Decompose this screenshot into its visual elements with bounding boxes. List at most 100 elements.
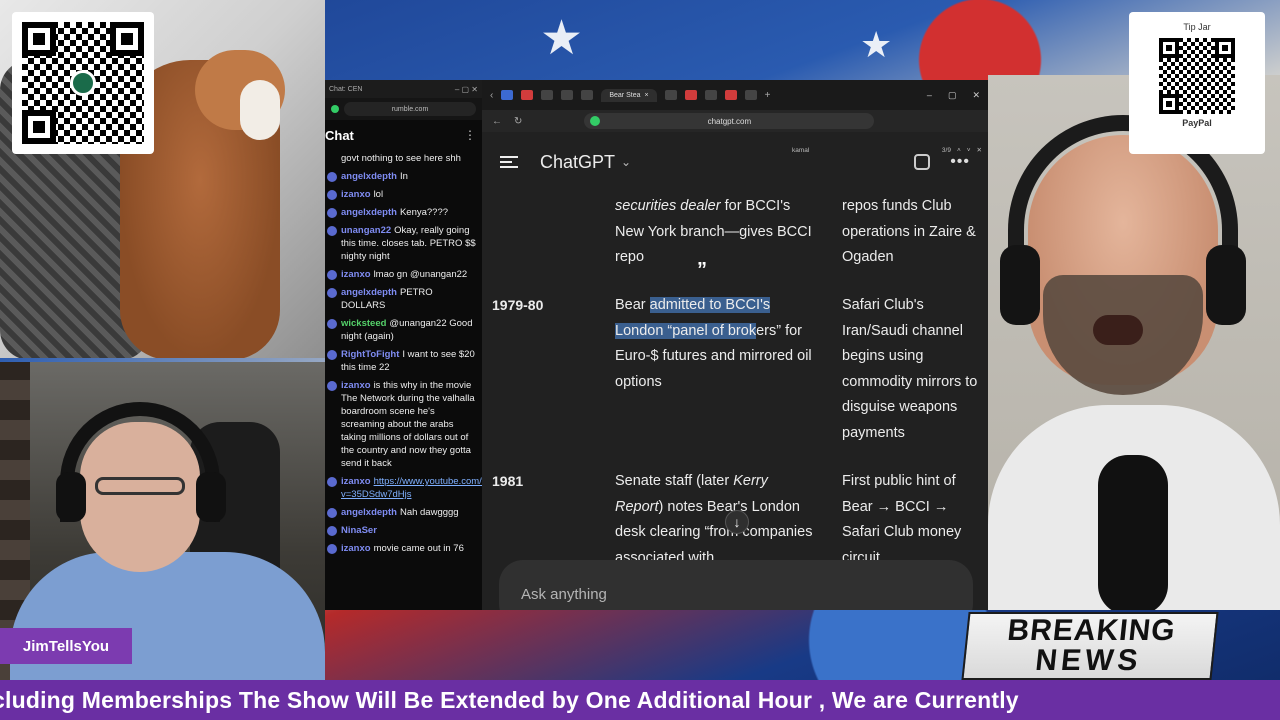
chat-text: movie came out in 76 bbox=[373, 543, 464, 554]
chat-username[interactable]: izanxo bbox=[341, 269, 371, 280]
avatar[interactable] bbox=[327, 477, 337, 487]
chat-text: lmao gn @unangan22 bbox=[373, 269, 468, 280]
window-controls-icon[interactable]: – ▢ ✕ bbox=[455, 85, 478, 94]
event-italic: securities dealer bbox=[615, 198, 721, 214]
maximize-icon[interactable]: ▢ bbox=[948, 90, 957, 101]
chat-username[interactable]: angelxdepth bbox=[341, 507, 397, 518]
avatar[interactable] bbox=[327, 190, 337, 200]
chat-text: govt nothing to see here shh bbox=[341, 153, 461, 164]
hamburger-menu-icon[interactable] bbox=[500, 156, 518, 168]
qr-code bbox=[12, 12, 154, 154]
tab-favicon[interactable] bbox=[521, 90, 534, 100]
chevron-down-icon: ⌄ bbox=[621, 155, 632, 169]
headphone-earcup bbox=[196, 472, 226, 522]
avatar[interactable] bbox=[327, 288, 337, 298]
chat-text: Kenya???? bbox=[399, 207, 449, 218]
shield-icon[interactable] bbox=[590, 116, 601, 126]
chat-message-body: angelxdepth Nah dawgggg bbox=[341, 506, 459, 519]
chat-username[interactable]: izanxo bbox=[341, 189, 371, 200]
chat-username[interactable]: angelxdepth bbox=[341, 207, 397, 218]
new-chat-icon[interactable] bbox=[914, 154, 931, 170]
chat-message: govt nothing to see here shh bbox=[325, 150, 482, 168]
chevron-left-icon[interactable]: ‹ bbox=[490, 90, 493, 101]
chat-message-body: angelxdepth PETRO DOLLARS bbox=[341, 286, 476, 312]
chat-browser-tab[interactable]: Chat: CEN bbox=[329, 86, 362, 93]
avatar[interactable] bbox=[327, 172, 337, 182]
new-tab-icon[interactable]: + bbox=[765, 90, 771, 101]
chat-message: izanxo is this why in the movie The Netwo… bbox=[325, 377, 482, 473]
chat-username[interactable]: angelxdepth bbox=[341, 287, 397, 298]
avatar[interactable] bbox=[327, 319, 337, 329]
event-cell: Senate staff (later Kerry Report) notes … bbox=[615, 469, 815, 571]
chat-text: In bbox=[399, 171, 408, 182]
chatgpt-header: ChatGPT ⌄ ••• bbox=[482, 136, 988, 188]
avatar[interactable] bbox=[327, 381, 337, 391]
qr-finder bbox=[22, 110, 56, 144]
chat-username[interactable]: angelxdepth bbox=[341, 171, 397, 182]
event-text: Bear bbox=[615, 297, 650, 313]
reload-icon[interactable]: ↻ bbox=[514, 116, 522, 127]
chat-message-body: unangan22 Okay, really going this time. c… bbox=[341, 224, 476, 263]
chat-message: angelxdepth Nah dawgggg bbox=[325, 504, 482, 522]
chat-message-body: izanxo is this why in the movie The Netwo… bbox=[341, 379, 476, 470]
more-options-icon[interactable]: ••• bbox=[950, 153, 970, 171]
chat-username[interactable]: izanxo bbox=[341, 476, 371, 487]
tab-favicon[interactable] bbox=[704, 90, 717, 100]
chat-username[interactable]: RightToFight bbox=[341, 349, 399, 360]
tab-favicon[interactable] bbox=[541, 90, 554, 100]
chatgpt-browser-window: ‹ Bear Stea × + – ▢ ✕ ← ↻ chatgpt.com ka… bbox=[482, 80, 988, 610]
chat-message: wicksteed @unangan22 Good night (again) bbox=[325, 315, 482, 346]
prompt-input[interactable]: Ask anything bbox=[499, 560, 973, 610]
chat-message: izanxo lol bbox=[325, 186, 482, 204]
tab-favicon[interactable] bbox=[561, 90, 574, 100]
close-icon[interactable]: × bbox=[644, 92, 648, 99]
chat-message: izanxo movie came out in 76 bbox=[325, 540, 482, 558]
headphone-earcup bbox=[1000, 245, 1040, 325]
avatar[interactable] bbox=[327, 508, 337, 518]
quote-icon[interactable]: ” bbox=[697, 258, 707, 284]
tab-favicon[interactable] bbox=[581, 90, 594, 100]
event-cell: securities dealer for BCCI's New York br… bbox=[615, 194, 815, 271]
tip-jar-title: Tip Jar bbox=[1183, 22, 1211, 32]
tip-jar: Tip Jar PayPal bbox=[1129, 12, 1265, 154]
chat-username[interactable]: unangan22 bbox=[341, 225, 391, 236]
qr-finder bbox=[1159, 94, 1179, 114]
chat-browser-window: Chat: CEN – ▢ ✕ rumble.com Chat ⋮ govt n… bbox=[325, 80, 482, 610]
chat-message-body: NinaSer bbox=[341, 524, 380, 537]
active-tab[interactable]: Bear Stea × bbox=[601, 88, 657, 102]
tab-favicon[interactable] bbox=[501, 90, 514, 100]
back-arrow-icon[interactable]: ← bbox=[492, 116, 502, 127]
chat-username[interactable]: izanxo bbox=[341, 543, 371, 554]
minimize-icon[interactable]: – bbox=[927, 90, 932, 101]
window-controls: – ▢ ✕ bbox=[927, 90, 980, 101]
tab-favicon[interactable] bbox=[664, 90, 677, 100]
host-mouth bbox=[1093, 315, 1143, 345]
avatar[interactable] bbox=[327, 350, 337, 360]
model-selector[interactable]: ChatGPT ⌄ bbox=[540, 152, 631, 173]
chat-url-field[interactable]: rumble.com bbox=[344, 102, 476, 116]
chat-text: lol bbox=[373, 189, 384, 200]
chat-username[interactable]: wicksteed bbox=[341, 318, 386, 329]
tab-favicon[interactable] bbox=[724, 90, 737, 100]
avatar[interactable] bbox=[327, 544, 337, 554]
chat-message-body: izanxohttps://www.youtube.com/watch?v=35… bbox=[341, 475, 482, 501]
gpt-url-field[interactable]: chatgpt.com bbox=[584, 113, 875, 129]
tab-favicon[interactable] bbox=[744, 90, 757, 100]
chat-username[interactable]: izanxo bbox=[341, 380, 371, 391]
tab-favicon[interactable] bbox=[684, 90, 697, 100]
impact-cell: First public hint of Bear → BCCI → Safar… bbox=[842, 473, 962, 566]
qr-finder bbox=[110, 22, 144, 56]
scroll-down-icon[interactable]: ↓ bbox=[725, 510, 749, 534]
avatar[interactable] bbox=[327, 270, 337, 280]
chat-username[interactable]: NinaSer bbox=[341, 525, 377, 536]
avatar[interactable] bbox=[327, 226, 337, 236]
host-name: JimTellsYou bbox=[22, 637, 110, 655]
chat-message: angelxdepth In bbox=[325, 168, 482, 186]
kebab-menu-icon[interactable]: ⋮ bbox=[464, 128, 476, 142]
avatar[interactable] bbox=[327, 208, 337, 218]
close-window-icon[interactable]: ✕ bbox=[972, 90, 980, 101]
avatar[interactable] bbox=[327, 526, 337, 536]
breaking-news-graphic: BREAKING NEWS bbox=[961, 612, 1219, 680]
headphone-earcup bbox=[1206, 245, 1246, 325]
shield-icon[interactable] bbox=[331, 105, 339, 113]
